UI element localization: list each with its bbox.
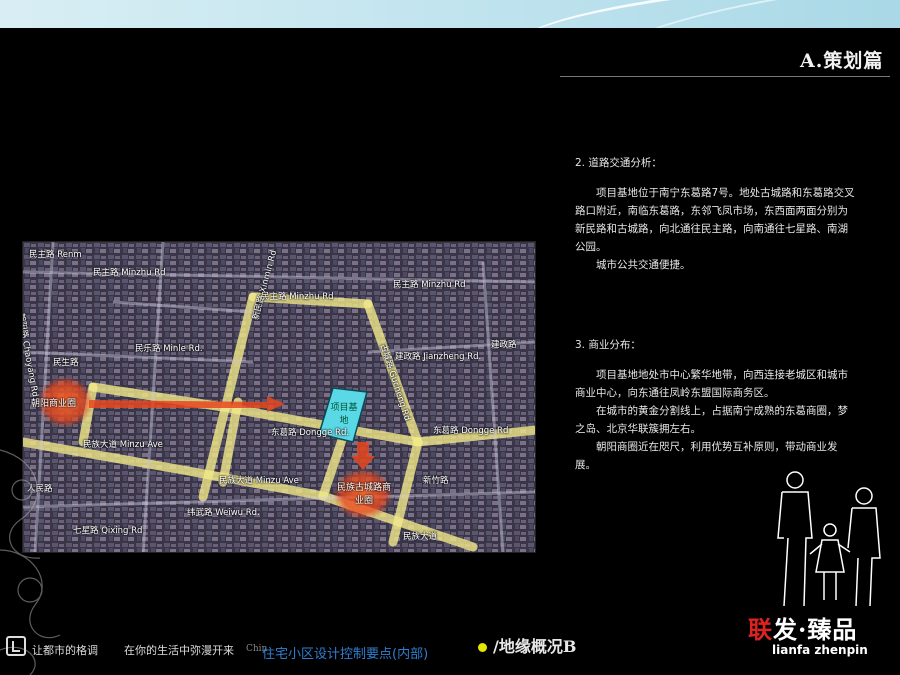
subsection-label: /地缘概况B bbox=[493, 637, 577, 656]
location-map: 民主路 Renm 民主路 Minzhu Rd 民主路 Minzhu Rd 民主路… bbox=[22, 241, 536, 553]
map-label: 民主路 Minzhu Rd bbox=[261, 292, 334, 302]
map-label: 七星路 Qixing Rd bbox=[73, 526, 143, 536]
map-label: 民族大道 Minzu Ave bbox=[83, 440, 163, 450]
commerce-paragraph: 在城市的黄金分割线上，占据南宁成熟的东葛商圈，梦之岛、北京华联簇拥左右。 bbox=[575, 405, 848, 435]
section-title: A.策划篇 bbox=[800, 50, 884, 72]
map-label: 建政路 bbox=[491, 340, 517, 350]
map-label: 新竹路 bbox=[423, 476, 449, 486]
brand-logo: 联发·臻品 lianfa zhenpin bbox=[748, 610, 898, 665]
map-label: 东葛路 Dongge Rd. bbox=[271, 428, 350, 438]
commerce-heading: 3. 商业分布： bbox=[575, 339, 641, 351]
zone-label-project: 项目基地 bbox=[330, 403, 358, 426]
map-label: 民族大道 Minzu Ave bbox=[219, 476, 299, 486]
commerce-paragraph: 项目基地地处市中心繁华地带，向西连接老城区和城市商业中心，向东通往凤岭东盟国际商… bbox=[575, 369, 848, 399]
bullet-dot-icon bbox=[478, 643, 487, 652]
footer-caption-link[interactable]: 住宅小区设计控制要点(内部) bbox=[262, 643, 428, 662]
traffic-heading: 2. 道路交通分析： bbox=[575, 157, 662, 169]
map-label: 东葛路 Dongge Rd bbox=[433, 426, 509, 436]
traffic-paragraph: 项目基地位于南宁东葛路7号。地处古城路和东葛路交叉路口附近，南临东葛路，东邻飞凤… bbox=[575, 187, 855, 253]
map-label: 民生路 bbox=[53, 358, 79, 368]
analysis-text: 2. 道路交通分析： 项目基地位于南宁东葛路7号。地处古城路和东葛路交叉路口附近… bbox=[575, 154, 855, 474]
brand-name-en: lianfa zhenpin bbox=[772, 643, 868, 657]
footer-logo-icon bbox=[6, 636, 26, 656]
brand-char-lian: 联 bbox=[748, 615, 773, 644]
map-label: 纬武路 Weiwu Rd. bbox=[187, 508, 260, 518]
footer-slogan-1: 让都市的格调 bbox=[32, 644, 98, 657]
map-label: 民主路 Minzhu Rd bbox=[93, 268, 166, 278]
subsection-title: /地缘概况B bbox=[478, 633, 576, 657]
title-divider bbox=[560, 76, 890, 77]
family-silhouette-graphic bbox=[777, 471, 881, 607]
map-label: 民主路 Renm bbox=[29, 250, 82, 260]
map-label: 民主路 Minzhu Rd bbox=[393, 280, 466, 290]
map-label: 民乐路 Minle Rd. bbox=[135, 344, 203, 354]
top-banner bbox=[0, 0, 900, 28]
zone-label-chaoyang: 朝阳商业圈 bbox=[31, 399, 77, 409]
brand-chars-rest: 发·臻品 bbox=[773, 615, 858, 644]
traffic-paragraph: 城市公共交通便捷。 bbox=[596, 259, 691, 271]
brand-name-cn: 联发·臻品 bbox=[748, 610, 898, 645]
footer-slogan-2: 在你的生活中弥漫开来 bbox=[124, 644, 234, 657]
map-label: 建政路 Jianzheng Rd. bbox=[395, 352, 482, 362]
map-label: 民族大道 bbox=[403, 532, 438, 542]
zone-label-minzu: 民族古城路商业圈 bbox=[337, 483, 392, 506]
